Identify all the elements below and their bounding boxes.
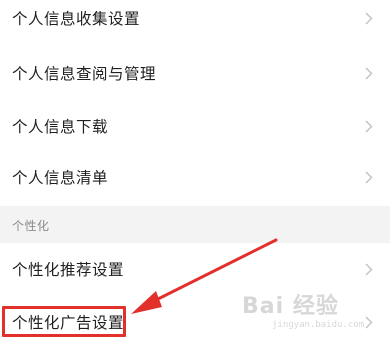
- annotation-arrow-icon: [131, 238, 278, 314]
